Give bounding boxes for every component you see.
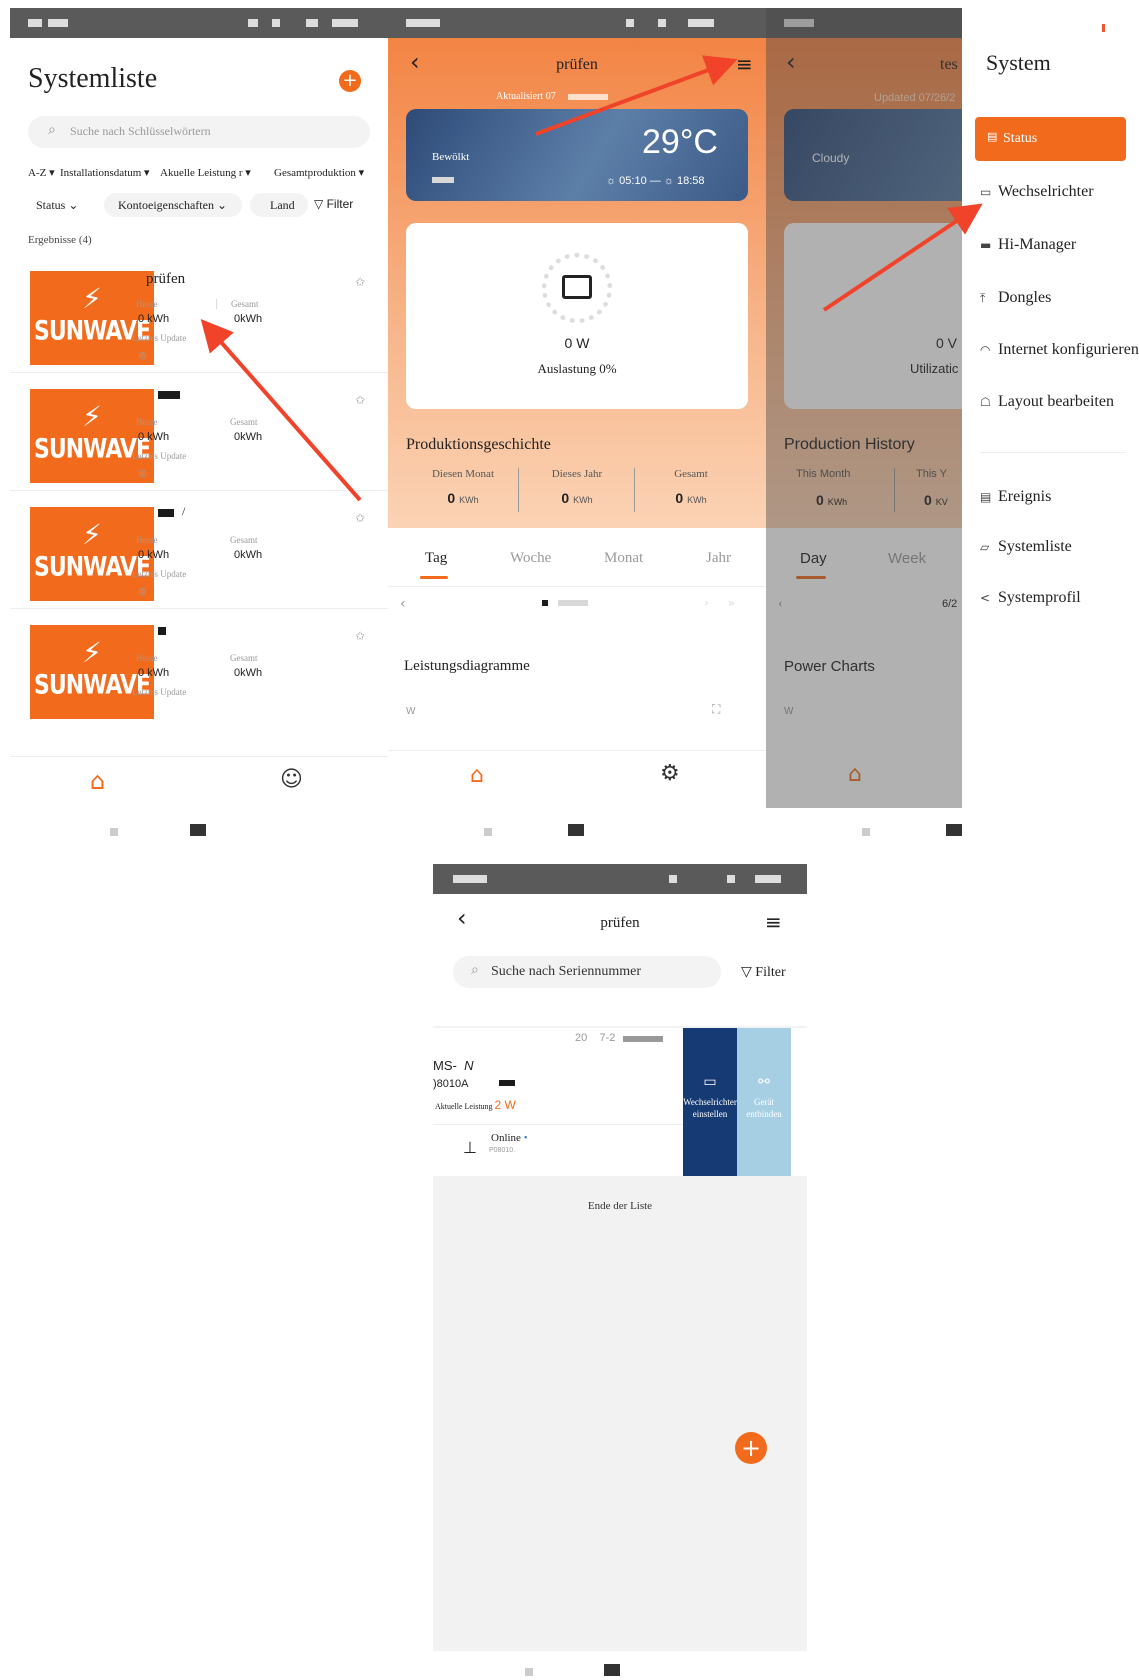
annotation-arrows [200,55,983,502]
